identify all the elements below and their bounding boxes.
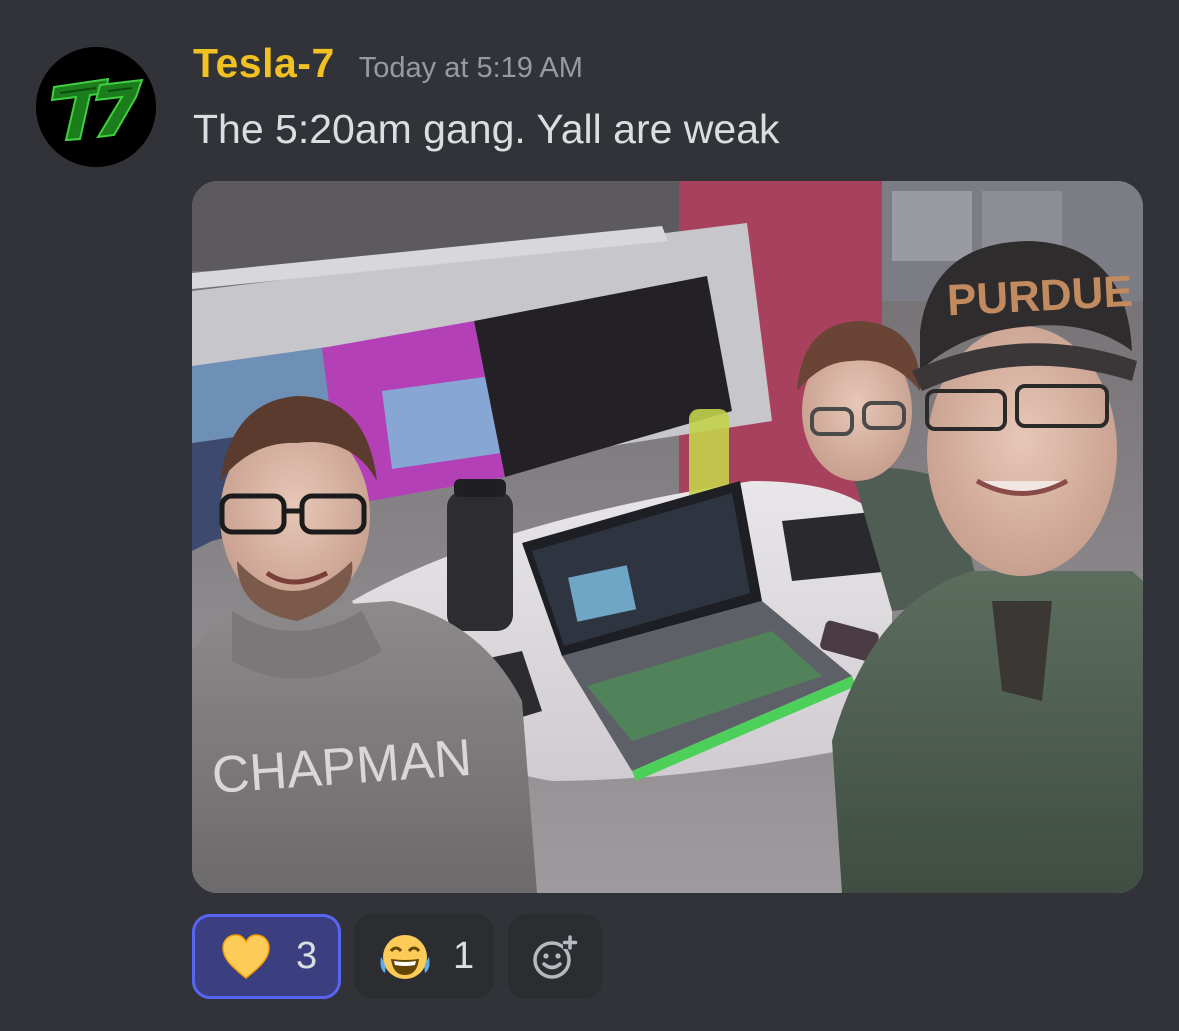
tears-of-joy-icon xyxy=(380,934,430,979)
chat-message: Tesla-7 Today at 5:19 AM The 5:20am gang… xyxy=(0,0,1179,1031)
user-avatar[interactable] xyxy=(36,47,156,167)
add-reaction-button[interactable] xyxy=(508,914,602,999)
message-header: Tesla-7 Today at 5:19 AM xyxy=(193,40,583,100)
reaction-count: 3 xyxy=(296,935,318,977)
yellow-heart-icon xyxy=(222,933,270,979)
author-username[interactable]: Tesla-7 xyxy=(193,40,335,87)
reaction-count: 1 xyxy=(453,935,475,977)
message-timestamp[interactable]: Today at 5:19 AM xyxy=(359,52,583,85)
selfie-photo: CHAPMAN PURDUE xyxy=(192,181,1143,893)
reaction-yellow-heart[interactable]: 3 xyxy=(192,914,341,999)
image-attachment[interactable]: CHAPMAN PURDUE xyxy=(192,181,1143,893)
add-reaction-icon xyxy=(533,934,578,979)
message-text: The 5:20am gang. Yall are weak xyxy=(193,106,780,152)
reaction-tears-of-joy[interactable]: 1 xyxy=(354,914,494,999)
t7-logo-icon xyxy=(36,47,156,167)
cap-text: PURDUE xyxy=(946,267,1134,326)
